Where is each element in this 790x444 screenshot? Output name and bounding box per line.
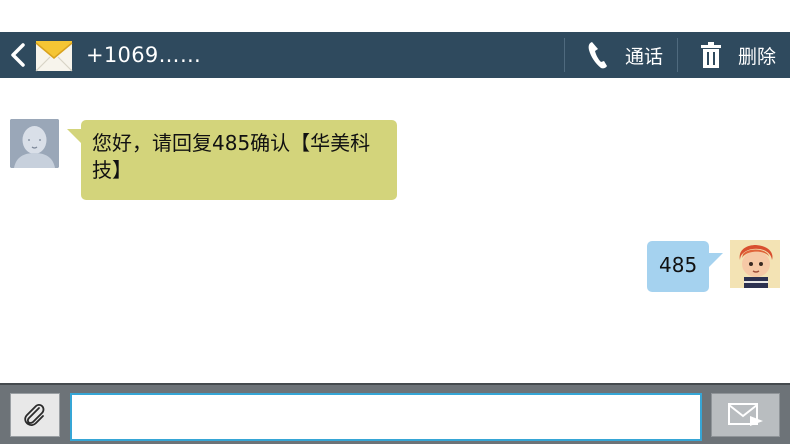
compose-bar (0, 383, 790, 444)
user-avatar[interactable] (730, 240, 780, 288)
message-text: 您好，请回复485确认【华美科技】 (92, 131, 371, 182)
message-app-icon[interactable] (34, 35, 74, 75)
delete-button[interactable]: 删除 (678, 32, 790, 78)
call-label: 通话 (624, 45, 663, 68)
trash-icon (700, 42, 721, 68)
phone-icon (588, 42, 607, 69)
incoming-message-bubble[interactable]: 您好，请回复485确认【华美科技】 (67, 120, 397, 200)
attach-button[interactable] (10, 393, 60, 437)
call-button[interactable]: 通话 (565, 32, 677, 78)
send-button[interactable] (711, 393, 780, 437)
delete-label: 删除 (737, 45, 776, 68)
contact-number: +1069…… (86, 43, 202, 67)
paperclip-icon (24, 403, 45, 426)
back-button[interactable] (4, 32, 32, 78)
message-text: 485 (659, 253, 698, 277)
default-contact-icon (10, 119, 59, 168)
send-envelope-icon (727, 403, 763, 426)
cartoon-avatar-icon (730, 240, 780, 288)
status-bar-area (0, 0, 790, 32)
sender-avatar[interactable] (10, 119, 59, 168)
outgoing-message-bubble[interactable]: 485 (647, 241, 723, 292)
conversation-header: +1069…… 通话 删除 (0, 32, 790, 78)
chevron-left-icon (11, 43, 25, 67)
message-input[interactable] (70, 393, 702, 441)
envelope-icon (35, 41, 73, 72)
